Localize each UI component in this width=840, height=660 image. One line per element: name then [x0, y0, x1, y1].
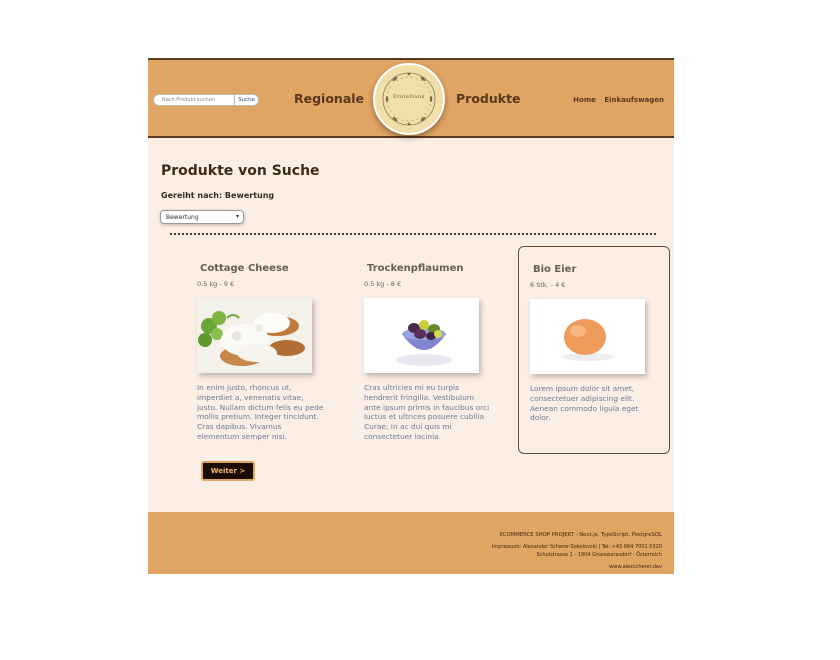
product-description: Cras ultricies mi eu turpis hendrerit fr… — [364, 383, 490, 441]
product-description: Lorem ipsum dolor sit amet, consectetuer… — [530, 384, 639, 423]
page: Suche Regionale ErnteDank Prod — [148, 58, 674, 574]
product-meta: 0.5 kg - 9 € — [197, 280, 235, 288]
logo-text: ErnteDank — [393, 94, 425, 100]
product-meta: 0.5 kg - 8 € — [364, 280, 402, 288]
search-input[interactable] — [154, 95, 236, 105]
product-image[interactable] — [364, 298, 479, 373]
next-page-button[interactable]: Weiter > — [201, 461, 255, 481]
product-name[interactable]: Bio Eier — [533, 264, 576, 275]
product-card[interactable]: Cottage Cheese 0.5 kg - 9 € In enim just… — [186, 246, 338, 454]
sort-select[interactable]: Bewertung ▾ — [160, 210, 244, 224]
footer-imprint-line: Impressum: Alexander Scherer-Sokolovski … — [491, 544, 662, 550]
chevron-down-icon: ▾ — [235, 213, 239, 220]
divider — [170, 233, 656, 235]
brand-text-right: Produkte — [456, 91, 521, 106]
plums-bowl-photo-icon — [364, 298, 479, 373]
brand-text-left: Regionale — [294, 91, 365, 106]
site-logo[interactable]: ErnteDank — [373, 63, 445, 135]
search-button[interactable]: Suche — [234, 95, 258, 105]
product-image[interactable] — [197, 298, 312, 373]
sort-label: Gereiht nach: Bewertung — [161, 191, 275, 200]
product-card-highlighted[interactable]: Bio Eier 6 Stk. - 4 € Lorem ipsum dolor … — [518, 246, 670, 454]
search-bar: Suche — [153, 94, 259, 106]
sort-select-value: Bewertung — [166, 214, 199, 221]
product-name[interactable]: Trockenpflaumen — [367, 263, 464, 274]
nav-cart-link[interactable]: Einkaufswagen — [604, 96, 664, 104]
product-image[interactable] — [530, 299, 645, 374]
footer-website-link[interactable]: www.alexscherer.dev — [609, 564, 662, 570]
footer-project-line: ECOMMERCE SHOP PROJEKT - Next.js, TypeSc… — [499, 532, 662, 538]
egg-photo-icon — [530, 299, 645, 374]
product-card[interactable]: Trockenpflaumen 0.5 kg - 8 € Cras ultric… — [353, 246, 505, 454]
site-footer: ECOMMERCE SHOP PROJEKT - Next.js, TypeSc… — [148, 512, 674, 574]
footer-address-line: Schulstrasse 1 - 1904 Grosswarasdorf - Ö… — [536, 552, 662, 558]
product-description: In enim justo, rhoncus ut, imperdiet a, … — [197, 383, 324, 441]
main-nav: Home Einkaufswagen — [567, 96, 664, 104]
site-header: Suche Regionale ErnteDank Prod — [148, 58, 674, 138]
product-name[interactable]: Cottage Cheese — [200, 263, 289, 274]
page-title: Produkte von Suche — [161, 163, 320, 179]
nav-home-link[interactable]: Home — [573, 96, 596, 104]
cottage-cheese-photo-icon — [197, 298, 312, 373]
product-meta: 6 Stk. - 4 € — [530, 281, 566, 289]
